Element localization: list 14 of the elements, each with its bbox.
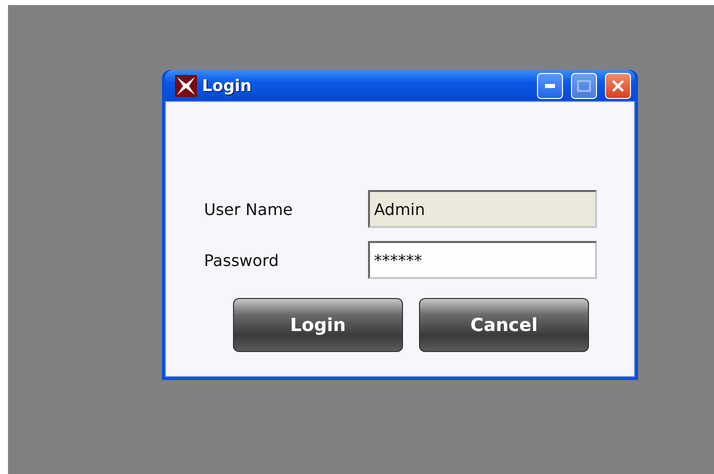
login-button[interactable]: Login [233, 298, 403, 352]
field-label: Password [204, 250, 280, 270]
minimize-icon [545, 84, 555, 88]
window-title: Login [202, 76, 253, 95]
password-field[interactable]: ****** [368, 241, 597, 279]
close-icon [611, 78, 625, 92]
input-field[interactable]: Admin [368, 190, 597, 228]
cancel-button[interactable]: Cancel [419, 298, 589, 352]
close-button[interactable] [605, 72, 631, 98]
app-logo-icon [175, 74, 197, 96]
minimize-button[interactable] [537, 72, 563, 98]
maximize-button[interactable] [571, 72, 597, 98]
field-label: User Name [204, 200, 294, 218]
maximize-icon [577, 80, 591, 92]
